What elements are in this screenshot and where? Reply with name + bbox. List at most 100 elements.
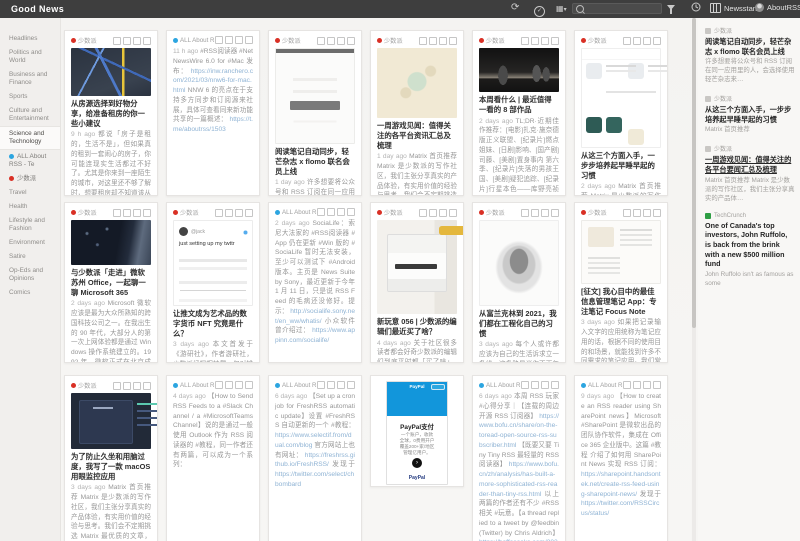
card-title[interactable]: 新玩意 056 | 少数派的编辑们最近买了啥？	[377, 317, 457, 337]
news-card[interactable]: 少数派 从这三个方面入手，一步步培养起早睡早起的习惯 2 days ago Ma…	[574, 30, 668, 196]
share-email-icon[interactable]	[541, 381, 549, 389]
card-title[interactable]: [征文] 我心目中的最佳信息管理笔记 App：专注笔记 Focus Note	[581, 287, 661, 316]
news-card[interactable]: ALL About RSS - Teleg 6 days ago 【Set up…	[268, 375, 362, 541]
share-instapaper-icon[interactable]	[225, 36, 233, 44]
share-email-icon[interactable]	[643, 381, 651, 389]
share-save-icon[interactable]	[143, 208, 151, 217]
share-facebook-icon[interactable]	[113, 208, 121, 217]
share-save-icon[interactable]	[245, 381, 253, 389]
card-title[interactable]: 从这三个方面入手，一步步培养起早睡早起的习惯	[581, 151, 661, 180]
card-link[interactable]: https://twitter.com/RSSCircus/status/	[581, 500, 659, 517]
share-save-icon[interactable]	[347, 208, 355, 216]
news-card[interactable]: 少数派 从房源选择到好物分享，给准备租房的你一些小建议 9 h ago 都说「房…	[64, 30, 158, 196]
sidebar-item-satire[interactable]: Satire	[0, 250, 60, 264]
share-facebook-icon[interactable]	[521, 36, 529, 45]
news-card[interactable]: 少数派 从富兰克林到 2021，我们都在工程化自己的习惯 3 days ago …	[472, 202, 566, 363]
card-title[interactable]: 让推文成为艺术品的数字货币 NFT 究竟是什么？	[173, 309, 253, 338]
share-save-icon[interactable]	[449, 36, 457, 45]
sidebar-item-all-about-rss-te[interactable]: ALL About RSS - Te	[0, 150, 60, 172]
share-save-icon[interactable]	[449, 208, 457, 217]
share-instapaper-icon[interactable]	[429, 36, 437, 45]
share-instapaper-icon[interactable]	[633, 36, 641, 45]
news-card[interactable]: ALL About RSS - Teleg 9 days ago 【How to…	[574, 375, 668, 541]
share-email-icon[interactable]	[235, 381, 243, 389]
share-save-icon[interactable]	[245, 36, 253, 44]
share-email-icon[interactable]	[439, 208, 447, 217]
share-email-icon[interactable]	[541, 208, 549, 217]
share-instapaper-icon[interactable]	[225, 208, 233, 217]
news-card[interactable]: ALL About RSS - Teleg 2 days ago SociaLi…	[268, 202, 362, 363]
share-instapaper-icon[interactable]	[531, 208, 539, 217]
scrollbar-thumb[interactable]	[692, 18, 696, 328]
panel-item[interactable]: TechCrunch One of Canada's top investors…	[705, 212, 795, 289]
news-card[interactable]: 少数派 新玩意 056 | 少数派的编辑们最近买了啥？ 4 days ago 关…	[370, 202, 464, 363]
sidebar-item-health[interactable]: Health	[0, 200, 60, 214]
share-facebook-icon[interactable]	[215, 36, 223, 44]
sidebar-item-少数派[interactable]: 少数派	[0, 172, 60, 186]
vertical-scrollbar[interactable]	[692, 18, 696, 541]
share-instapaper-icon[interactable]	[123, 381, 131, 390]
share-instapaper-icon[interactable]	[123, 208, 131, 217]
share-instapaper-icon[interactable]	[327, 381, 335, 389]
share-facebook-icon[interactable]	[215, 208, 223, 217]
panel-item-title[interactable]: 从这三个方面入手，一步步培养起早睡早起的习惯	[705, 105, 795, 124]
panel-item[interactable]: 少数派 阅读笔记自动同步，轻芒杂志 x flomo 联名会员上线 许多想要将公众…	[705, 26, 795, 85]
panel-item-title[interactable]: 一周游戏见闻：值得关注的各平台要闻汇总及梳理	[705, 155, 795, 174]
share-instapaper-icon[interactable]	[531, 36, 539, 45]
card-title[interactable]: 一周游戏见闻：值得关注的各平台资讯汇总及梳理	[377, 121, 457, 150]
share-instapaper-icon[interactable]	[633, 381, 641, 389]
sidebar-item-sports[interactable]: Sports	[0, 90, 60, 104]
share-save-icon[interactable]	[551, 381, 559, 389]
share-save-icon[interactable]	[653, 208, 661, 217]
sidebar-item-comics[interactable]: Comics	[0, 286, 60, 300]
news-card[interactable]: 少数派 @jack just setting up my twttr 让推文成为艺…	[166, 202, 260, 363]
share-email-icon[interactable]	[643, 208, 651, 217]
card-title[interactable]: 与少数派「走进」微软苏州 Office，一起聊一聊 Microsoft 365	[71, 268, 151, 297]
sidebar-item-business-and-finance[interactable]: Business and Finance	[0, 68, 60, 90]
share-save-icon[interactable]	[143, 381, 151, 390]
share-email-icon[interactable]	[133, 381, 141, 390]
filter-icon[interactable]	[667, 5, 675, 14]
share-instapaper-icon[interactable]	[225, 381, 233, 389]
share-facebook-icon[interactable]	[215, 381, 223, 389]
share-facebook-icon[interactable]	[623, 208, 631, 217]
panel-item[interactable]: 少数派 一周游戏见闻：值得关注的各平台要闻汇总及梳理 Matrix 首页推荐 M…	[705, 144, 795, 203]
share-email-icon[interactable]	[337, 208, 345, 216]
share-facebook-icon[interactable]	[419, 208, 427, 217]
share-facebook-icon[interactable]	[419, 36, 427, 45]
share-instapaper-icon[interactable]	[327, 208, 335, 216]
card-title[interactable]: 本周看什么 | 最近值得一看的 8 部作品	[479, 95, 559, 115]
panel-item-title[interactable]: 阅读笔记自动同步，轻芒杂志 x flomo 联名会员上线	[705, 37, 795, 56]
share-facebook-icon[interactable]	[623, 36, 631, 45]
sidebar-item-op-eds-and-opinions[interactable]: Op-Eds and Opinions	[0, 264, 60, 286]
share-email-icon[interactable]	[643, 36, 651, 45]
share-email-icon[interactable]	[439, 36, 447, 45]
share-facebook-icon[interactable]	[113, 36, 121, 45]
sidebar-item-science-and-technology[interactable]: Science and Technology	[0, 126, 60, 150]
news-card[interactable]: 少数派 与少数派「走进」微软苏州 Office，一起聊一聊 Microsoft …	[64, 202, 158, 363]
card-link[interactable]: https://twitter.com/select/chbombard	[275, 471, 354, 488]
news-card[interactable]: 少数派 阅读笔记自动同步，轻芒杂志 x flomo 联名会员上线 1 day a…	[268, 30, 362, 196]
share-instapaper-icon[interactable]	[429, 208, 437, 217]
share-save-icon[interactable]	[551, 36, 559, 45]
sidebar-item-lifestyle-and-fashion[interactable]: Lifestyle and Fashion	[0, 214, 60, 236]
news-card[interactable]: ALL About RSS - Teleg 4 days ago 【How to…	[166, 375, 260, 541]
sidebar-item-environment[interactable]: Environment	[0, 236, 60, 250]
history-clock-icon[interactable]	[691, 2, 701, 14]
sidebar-item-politics-and-world[interactable]: Politics and World	[0, 46, 60, 68]
card-title[interactable]: 从房源选择到好物分享，给准备租房的你一些小建议	[71, 99, 151, 128]
share-facebook-icon[interactable]	[113, 381, 121, 390]
account-menu[interactable]: AboutRSS ▾	[755, 3, 800, 12]
share-instapaper-icon[interactable]	[633, 208, 641, 217]
share-save-icon[interactable]	[551, 208, 559, 217]
sidebar-item-travel[interactable]: Travel	[0, 186, 60, 200]
share-facebook-icon[interactable]	[521, 208, 529, 217]
news-card[interactable]: 少数派 本周看什么 | 最近值得一看的 8 部作品 2 days ago TL;…	[472, 30, 566, 196]
news-card[interactable]: 少数派 一周游戏见闻：值得关注的各平台资讯汇总及梳理 1 day ago Mat…	[370, 30, 464, 196]
card-title[interactable]: 从富兰克林到 2021，我们都在工程化自己的习惯	[479, 309, 559, 338]
news-card[interactable]: ALL About RSS - Teleg 11 h ago #RSS阅读器 #…	[166, 30, 260, 196]
card-title[interactable]: 阅读笔记自动同步，轻芒杂志 x flomo 联名会员上线	[275, 147, 355, 176]
share-instapaper-icon[interactable]	[123, 36, 131, 45]
share-instapaper-icon[interactable]	[531, 381, 539, 389]
share-email-icon[interactable]	[133, 36, 141, 45]
